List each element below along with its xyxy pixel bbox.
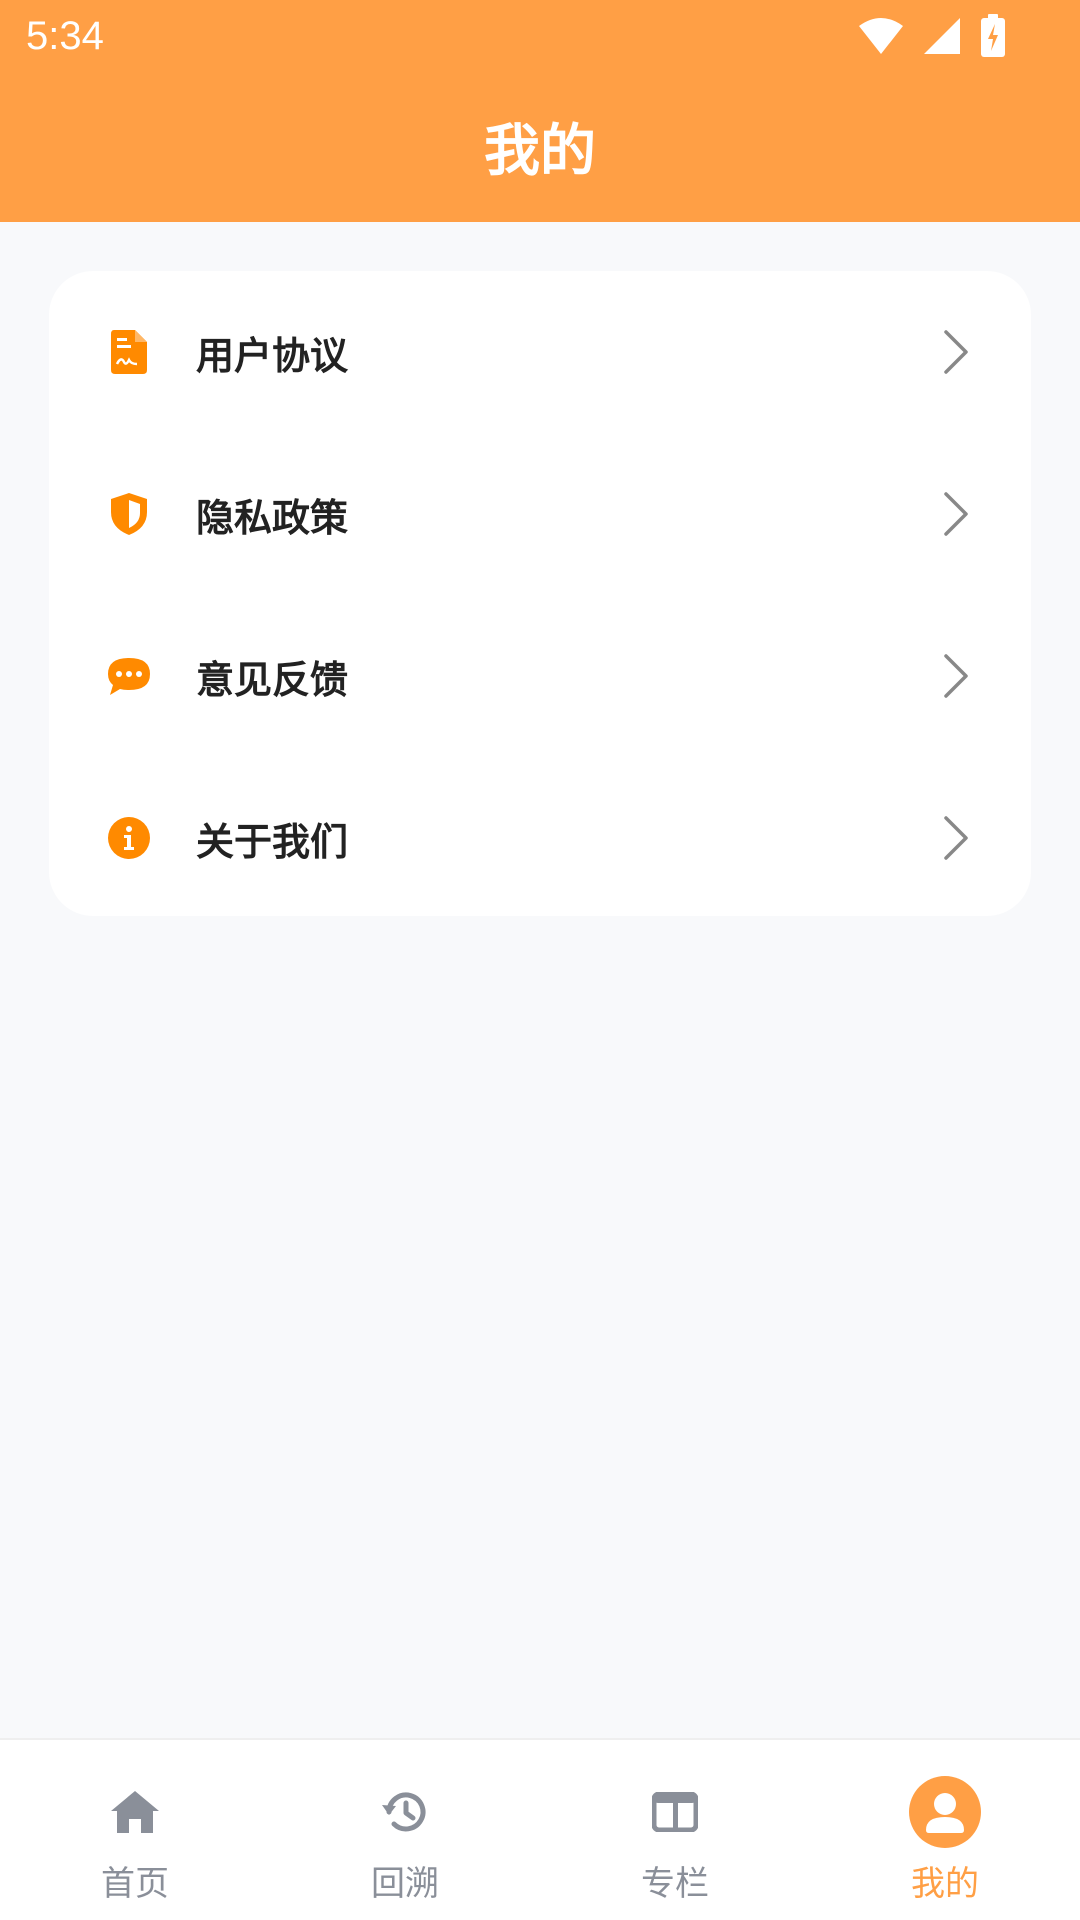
- history-icon: [369, 1776, 441, 1848]
- menu-item-label: 隐私政策: [196, 495, 349, 540]
- menu-item-user-agreement[interactable]: 用户协议: [49, 271, 1031, 433]
- chevron-right-icon: [944, 492, 968, 536]
- chevron-right-icon: [944, 816, 968, 860]
- wifi-icon: [858, 16, 904, 56]
- menu-item-privacy-policy[interactable]: 隐私政策: [49, 433, 1031, 595]
- nav-item-home[interactable]: 首页: [0, 1740, 270, 1920]
- signal-icon: [922, 16, 962, 56]
- menu-item-label: 关于我们: [196, 819, 349, 864]
- columns-icon: [639, 1776, 711, 1848]
- nav-label: 专栏: [641, 1864, 709, 1904]
- bottom-nav: 首页 回溯 专栏 我的: [0, 1738, 1080, 1920]
- status-time: 5:34: [26, 14, 104, 58]
- header: 5:34 我的: [0, 0, 1080, 222]
- nav-item-profile[interactable]: 我的: [810, 1740, 1080, 1920]
- menu-item-feedback[interactable]: 意见反馈: [49, 595, 1031, 757]
- battery-icon: [980, 14, 1006, 58]
- nav-item-columns[interactable]: 专栏: [540, 1740, 810, 1920]
- shield-icon: [105, 490, 153, 538]
- nav-label: 回溯: [371, 1864, 439, 1904]
- document-icon: [105, 328, 153, 376]
- chevron-right-icon: [944, 330, 968, 374]
- nav-item-history[interactable]: 回溯: [270, 1740, 540, 1920]
- chevron-right-icon: [944, 654, 968, 698]
- page-title: 我的: [484, 119, 596, 184]
- nav-label: 我的: [911, 1864, 979, 1904]
- user-icon: [909, 1776, 981, 1848]
- nav-label: 首页: [101, 1864, 169, 1904]
- home-icon: [99, 1776, 171, 1848]
- menu-item-about-us[interactable]: 关于我们: [49, 757, 1031, 919]
- info-icon: [105, 814, 153, 862]
- menu-item-label: 用户协议: [196, 333, 349, 378]
- status-icons: [858, 14, 1006, 58]
- profile-screen: 5:34 我的 用户协议 隐私政策 意见反馈 关于我们 首页 回溯 专栏 我的: [0, 0, 1080, 1920]
- menu-item-label: 意见反馈: [196, 657, 349, 702]
- menu-card: 用户协议 隐私政策 意见反馈 关于我们: [49, 271, 1031, 916]
- chat-bubble-icon: [105, 652, 153, 700]
